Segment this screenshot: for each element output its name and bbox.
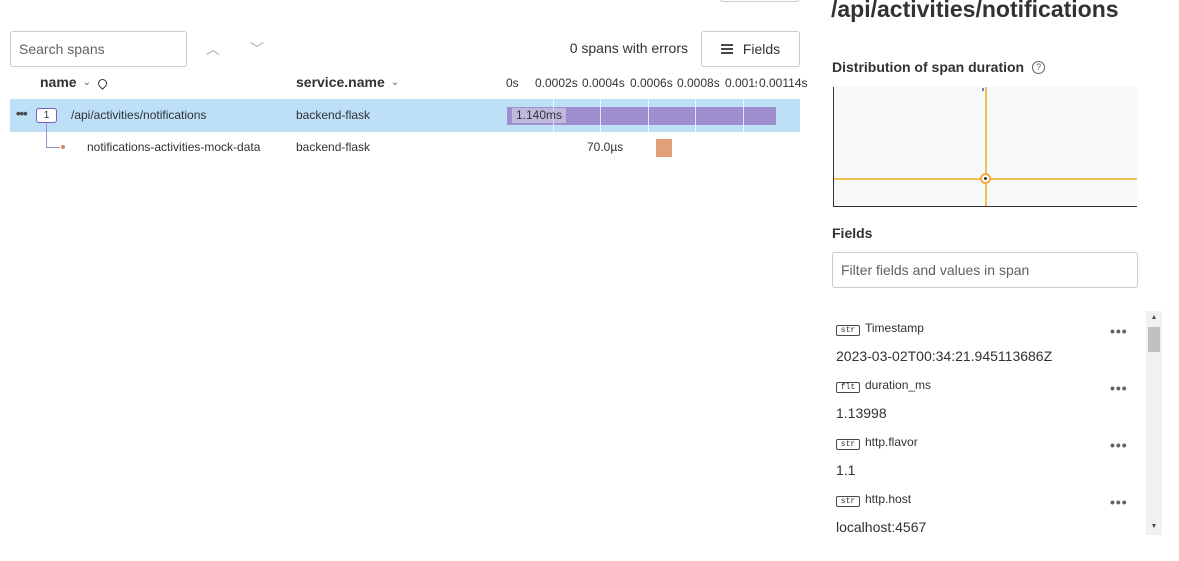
search-spans-field[interactable] <box>11 32 186 66</box>
field-key: http.host <box>865 492 912 506</box>
fields-button-label: Fields <box>742 41 781 57</box>
more-options-icon[interactable]: ••• <box>16 106 28 121</box>
more-options-icon[interactable]: ••• <box>1110 437 1128 453</box>
timeline-tick: 0.0006s <box>630 76 673 90</box>
color-drop-icon[interactable] <box>97 77 106 88</box>
span-service: backend-flask <box>296 140 371 154</box>
field-item: flt duration_ms ••• 1.13998 <box>836 378 1136 435</box>
scrollbar-thumb[interactable] <box>1148 327 1160 352</box>
type-badge: str <box>836 439 860 450</box>
scroll-up-icon[interactable]: ▲ <box>1146 311 1162 325</box>
scroll-down-icon[interactable]: ▼ <box>1146 520 1162 534</box>
field-key: Timestamp <box>865 321 924 335</box>
span-duration-bar[interactable] <box>656 139 672 157</box>
field-item: str http.host ••• localhost:4567 <box>836 492 1136 549</box>
errors-count: 0 spans with errors <box>569 40 688 56</box>
top-button[interactable] <box>719 0 800 2</box>
help-icon[interactable]: ? <box>1032 60 1046 74</box>
span-service: backend-flask <box>296 108 371 122</box>
next-match-button[interactable]: ﹀ <box>244 36 270 62</box>
heatmap-selected-point[interactable] <box>980 173 991 184</box>
chevron-down-icon: ﹀ <box>250 41 264 57</box>
tree-node-dot <box>61 145 65 149</box>
field-key: duration_ms <box>865 378 932 392</box>
timeline-gridline <box>695 99 696 132</box>
name-column-label: name <box>40 74 77 90</box>
type-badge: flt <box>836 382 860 393</box>
fields-section-title: Fields <box>832 225 873 241</box>
heatmap-marker <box>982 88 984 91</box>
timeline-tick: 0s <box>506 76 519 90</box>
span-title: /api/activities/notifications <box>831 0 1119 22</box>
span-name: /api/activities/notifications <box>71 108 207 122</box>
service-column-label: service.name <box>296 74 385 90</box>
tree-connector <box>46 123 47 148</box>
timeline-gridline <box>648 99 649 132</box>
timeline-tick: 0.0008s <box>677 76 720 90</box>
timeline-gridline <box>600 99 601 132</box>
tree-connector <box>46 147 60 148</box>
distribution-title: Distribution of span duration ? <box>832 59 1046 75</box>
chevron-down-icon: ⌄ <box>390 76 400 88</box>
field-value: localhost:4567 <box>836 519 927 535</box>
span-duration-label: 70.0µs <box>587 140 624 154</box>
filter-fields-field[interactable] <box>833 253 1137 287</box>
type-badge: str <box>836 325 860 336</box>
distribution-title-text: Distribution of span duration <box>832 59 1025 75</box>
name-column-header[interactable]: name ⌄ <box>40 74 106 90</box>
span-name[interactable]: notifications-activities-mock-data <box>87 140 260 154</box>
child-count-badge[interactable]: 1 <box>36 108 57 123</box>
chevron-up-icon: ︿ <box>206 41 220 57</box>
timeline-tick: 0.00114s <box>757 76 808 90</box>
field-value: 1.1 <box>836 462 856 478</box>
field-value: 1.13998 <box>836 405 887 421</box>
field-value: 2023-03-02T00:34:21.945113686Z <box>836 348 1053 364</box>
field-key: http.flavor <box>865 435 918 449</box>
timeline-gridline <box>743 99 744 132</box>
search-spans-input[interactable] <box>10 31 187 67</box>
fields-button[interactable]: Fields <box>701 31 800 67</box>
columns-icon <box>720 43 733 55</box>
previous-match-button[interactable]: ︿ <box>200 36 226 62</box>
more-options-icon[interactable]: ••• <box>1110 323 1128 339</box>
heatmap-crosshair-vertical <box>985 87 987 206</box>
timeline-tick: 0.001s <box>725 76 762 90</box>
field-item: str http.flavor ••• 1.1 <box>836 435 1136 492</box>
timeline-tick: 0.0002s <box>535 76 578 90</box>
filter-fields-input[interactable] <box>832 252 1138 288</box>
type-badge: str <box>836 496 860 507</box>
more-options-icon[interactable]: ••• <box>1110 380 1128 396</box>
service-column-header[interactable]: service.name ⌄ <box>296 74 399 90</box>
field-item: str Timestamp ••• 2023-03-02T00:34:21.94… <box>836 321 1136 378</box>
span-duration-label: 1.140ms <box>512 108 567 123</box>
chevron-down-icon: ⌄ <box>82 76 91 88</box>
more-options-icon[interactable]: ••• <box>1110 494 1128 510</box>
timeline-tick: 0.0004s <box>582 76 625 90</box>
